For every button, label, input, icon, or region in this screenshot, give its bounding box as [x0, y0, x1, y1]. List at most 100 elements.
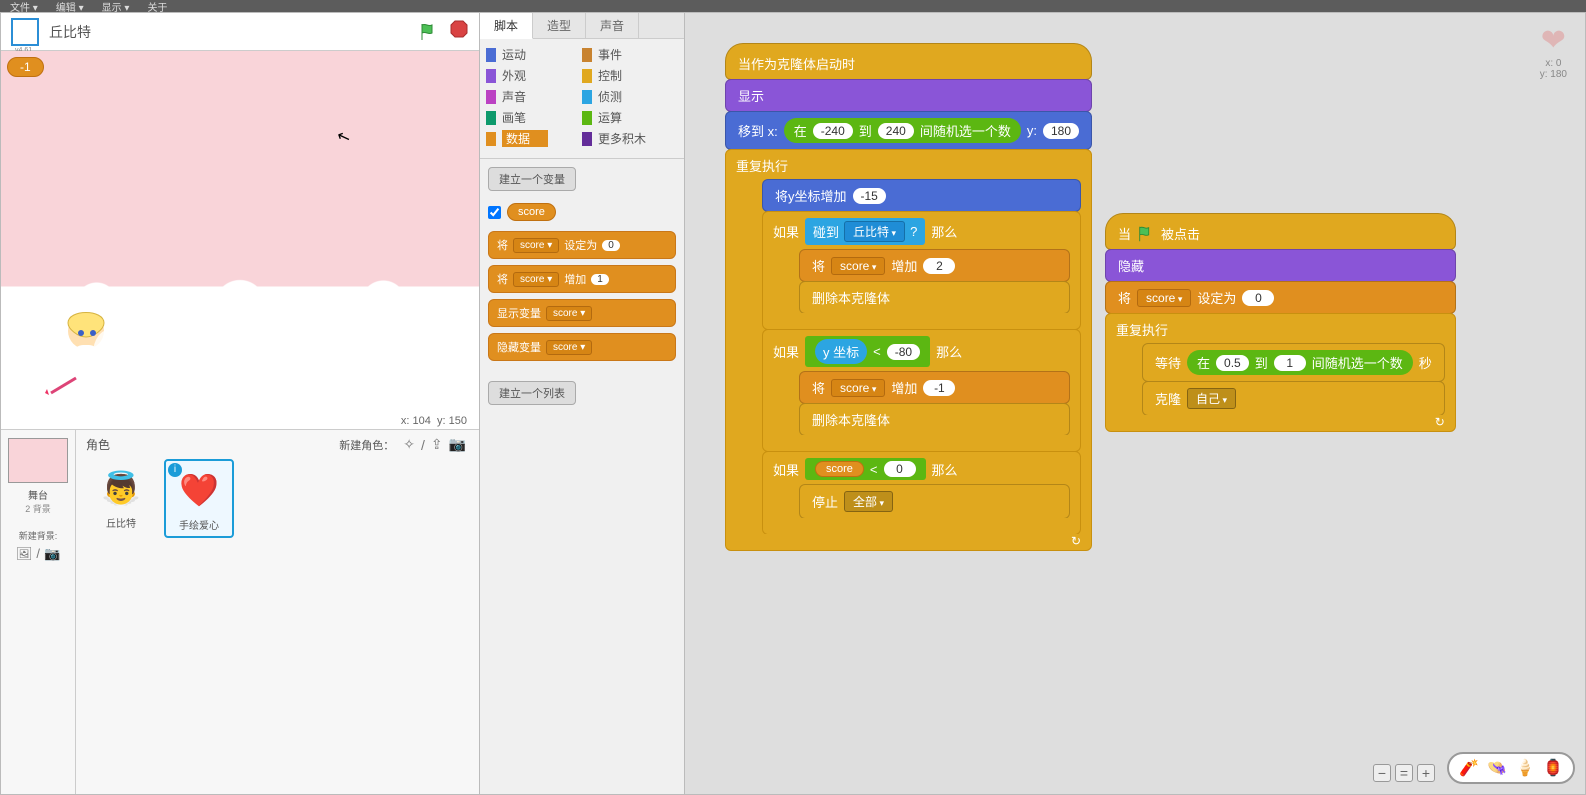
- num-input[interactable]: -15: [853, 188, 886, 204]
- block-change-var[interactable]: 将 score 增加 2: [799, 249, 1070, 282]
- block-forever[interactable]: 重复执行 将y坐标增加 -15 如果 碰到 丘比特 ?: [725, 149, 1092, 551]
- block-if[interactable]: 如果 score < 0 那么 停止 全部: [762, 451, 1081, 535]
- block-create-clone[interactable]: 克隆 自己: [1142, 381, 1445, 416]
- block-set-var[interactable]: 将 score ▾ 设定为 0: [488, 231, 676, 259]
- var-dropdown[interactable]: score ▾: [546, 340, 592, 355]
- var-dropdown[interactable]: score ▾: [513, 272, 559, 287]
- block-touching[interactable]: 碰到 丘比特 ?: [805, 218, 925, 245]
- block-less-than[interactable]: y 坐标 < -80: [805, 336, 930, 367]
- variable-name[interactable]: score: [507, 203, 556, 221]
- block-show[interactable]: 显示: [725, 79, 1092, 112]
- paint-sprite-icon[interactable]: /: [421, 437, 425, 453]
- block-less-than[interactable]: score < 0: [805, 458, 926, 480]
- paint-backdrop-icon[interactable]: /: [36, 546, 40, 562]
- var-dropdown[interactable]: score ▾: [513, 238, 559, 253]
- sprite-info-icon[interactable]: i: [168, 463, 182, 477]
- var-visible-checkbox[interactable]: [488, 206, 501, 219]
- clone-dropdown[interactable]: 自己: [1187, 388, 1236, 409]
- num-input[interactable]: -1: [923, 380, 955, 396]
- block-if[interactable]: 如果 碰到 丘比特 ? 那么 将 score: [762, 211, 1081, 330]
- var-dropdown[interactable]: score: [831, 257, 885, 275]
- block-stop[interactable]: 停止 全部: [799, 484, 1070, 519]
- extra-icon[interactable]: 👒: [1487, 758, 1507, 778]
- fullscreen-icon[interactable]: [11, 18, 39, 46]
- scripts-area[interactable]: ❤ x: 0 y: 180 当作为克隆体启动时 显示 移到 x: 在 -240 …: [685, 12, 1586, 795]
- block-if[interactable]: 如果 y 坐标 < -80 那么 将 score: [762, 329, 1081, 452]
- script-stack-1[interactable]: 当作为克隆体启动时 显示 移到 x: 在 -240 到 240 间随机选一个数 …: [725, 43, 1092, 550]
- block-when-flag-clicked[interactable]: 当 被点击: [1105, 213, 1456, 250]
- block-delete-clone[interactable]: 删除本克隆体: [799, 281, 1070, 314]
- choose-backdrop-icon[interactable]: 🖼: [16, 546, 33, 562]
- category-更多积木[interactable]: 更多积木: [582, 129, 678, 148]
- category-侦测[interactable]: 侦测: [582, 87, 678, 106]
- tab-sounds[interactable]: 声音: [586, 13, 639, 38]
- block-goto-xy[interactable]: 移到 x: 在 -240 到 240 间随机选一个数 y: 180: [725, 111, 1092, 150]
- tab-costumes[interactable]: 造型: [533, 13, 586, 38]
- zoom-controls: − = +: [1373, 764, 1435, 782]
- script-stack-2[interactable]: 当 被点击 隐藏 将 score 设定为 0 重复执行 等待 在 0.5: [1105, 213, 1456, 431]
- zoom-reset-icon[interactable]: =: [1395, 764, 1413, 782]
- zoom-out-icon[interactable]: −: [1373, 764, 1391, 782]
- block-forever[interactable]: 重复执行 等待 在 0.5 到 1 间随机选一个数 秒: [1105, 313, 1456, 432]
- zoom-in-icon[interactable]: +: [1417, 764, 1435, 782]
- var-reporter[interactable]: score: [815, 461, 864, 477]
- loop-arrow-icon: ↻: [1071, 534, 1081, 548]
- backdrop-thumb[interactable]: [8, 438, 68, 483]
- sprite-cupid[interactable]: [41, 303, 141, 403]
- var-dropdown[interactable]: score: [831, 379, 885, 397]
- block-hide-var[interactable]: 隐藏变量 score ▾: [488, 333, 676, 361]
- num-input[interactable]: 0: [1242, 290, 1274, 306]
- extra-icon[interactable]: 🍦: [1515, 758, 1535, 778]
- block-change-y[interactable]: 将y坐标增加 -15: [762, 179, 1081, 212]
- block-pick-random[interactable]: 在 -240 到 240 间随机选一个数: [784, 118, 1021, 143]
- stage[interactable]: -1 ↖: [1, 51, 479, 413]
- block-wait[interactable]: 等待 在 0.5 到 1 间随机选一个数 秒: [1142, 343, 1445, 382]
- num-input[interactable]: -240: [813, 123, 853, 139]
- category-画笔[interactable]: 画笔: [486, 108, 582, 127]
- var-dropdown[interactable]: score: [1137, 289, 1191, 307]
- touching-dropdown[interactable]: 丘比特: [844, 221, 905, 242]
- block-delete-clone[interactable]: 删除本克隆体: [799, 403, 1070, 436]
- make-list-button[interactable]: 建立一个列表: [488, 381, 576, 405]
- block-hide[interactable]: 隐藏: [1105, 249, 1456, 282]
- var-dropdown[interactable]: score ▾: [546, 306, 592, 321]
- block-set-var[interactable]: 将 score 设定为 0: [1105, 281, 1456, 314]
- category-事件[interactable]: 事件: [582, 45, 678, 64]
- tab-scripts[interactable]: 脚本: [480, 13, 533, 39]
- num-input[interactable]: -80: [887, 344, 920, 360]
- category-运算[interactable]: 运算: [582, 108, 678, 127]
- make-variable-button[interactable]: 建立一个变量: [488, 167, 576, 191]
- block-change-var[interactable]: 将 score ▾ 增加 1: [488, 265, 676, 293]
- green-flag-icon[interactable]: [419, 22, 439, 42]
- block-when-clone-start[interactable]: 当作为克隆体启动时: [725, 43, 1092, 80]
- num-input[interactable]: 0: [884, 461, 916, 477]
- num-input[interactable]: 0.5: [1216, 355, 1249, 371]
- sprite-name: 丘比特: [90, 515, 152, 530]
- stop-icon[interactable]: [449, 19, 469, 44]
- stop-dropdown[interactable]: 全部: [844, 491, 893, 512]
- camera-sprite-icon[interactable]: 📷: [449, 436, 466, 453]
- block-show-var[interactable]: 显示变量 score ▾: [488, 299, 676, 327]
- sprite-item-heart[interactable]: i ❤️ 手绘爱心: [164, 459, 234, 538]
- block-y-position[interactable]: y 坐标: [815, 339, 867, 364]
- extra-icon[interactable]: 🏮: [1543, 758, 1563, 778]
- category-运动[interactable]: 运动: [486, 45, 582, 64]
- block-change-var[interactable]: 将 score 增加 -1: [799, 371, 1070, 404]
- extra-icon[interactable]: 🧨: [1459, 758, 1479, 778]
- camera-backdrop-icon[interactable]: 📷: [44, 546, 60, 562]
- num-input[interactable]: 1: [591, 274, 609, 285]
- upload-sprite-icon[interactable]: ⇪: [431, 436, 443, 453]
- category-控制[interactable]: 控制: [582, 66, 678, 85]
- category-数据[interactable]: 数据: [486, 129, 582, 148]
- category-声音[interactable]: 声音: [486, 87, 582, 106]
- category-外观[interactable]: 外观: [486, 66, 582, 85]
- num-input[interactable]: 0: [602, 240, 620, 251]
- sprite-item-cupid[interactable]: 👼 丘比特: [86, 459, 156, 538]
- num-input[interactable]: 1: [1274, 355, 1306, 371]
- num-input[interactable]: 2: [923, 258, 955, 274]
- num-input[interactable]: 180: [1043, 123, 1079, 139]
- choose-sprite-icon[interactable]: ✧: [403, 436, 415, 453]
- num-input[interactable]: 240: [878, 123, 914, 139]
- backpack-extras[interactable]: 🧨 👒 🍦 🏮: [1447, 752, 1575, 784]
- block-pick-random[interactable]: 在 0.5 到 1 间随机选一个数: [1187, 350, 1413, 375]
